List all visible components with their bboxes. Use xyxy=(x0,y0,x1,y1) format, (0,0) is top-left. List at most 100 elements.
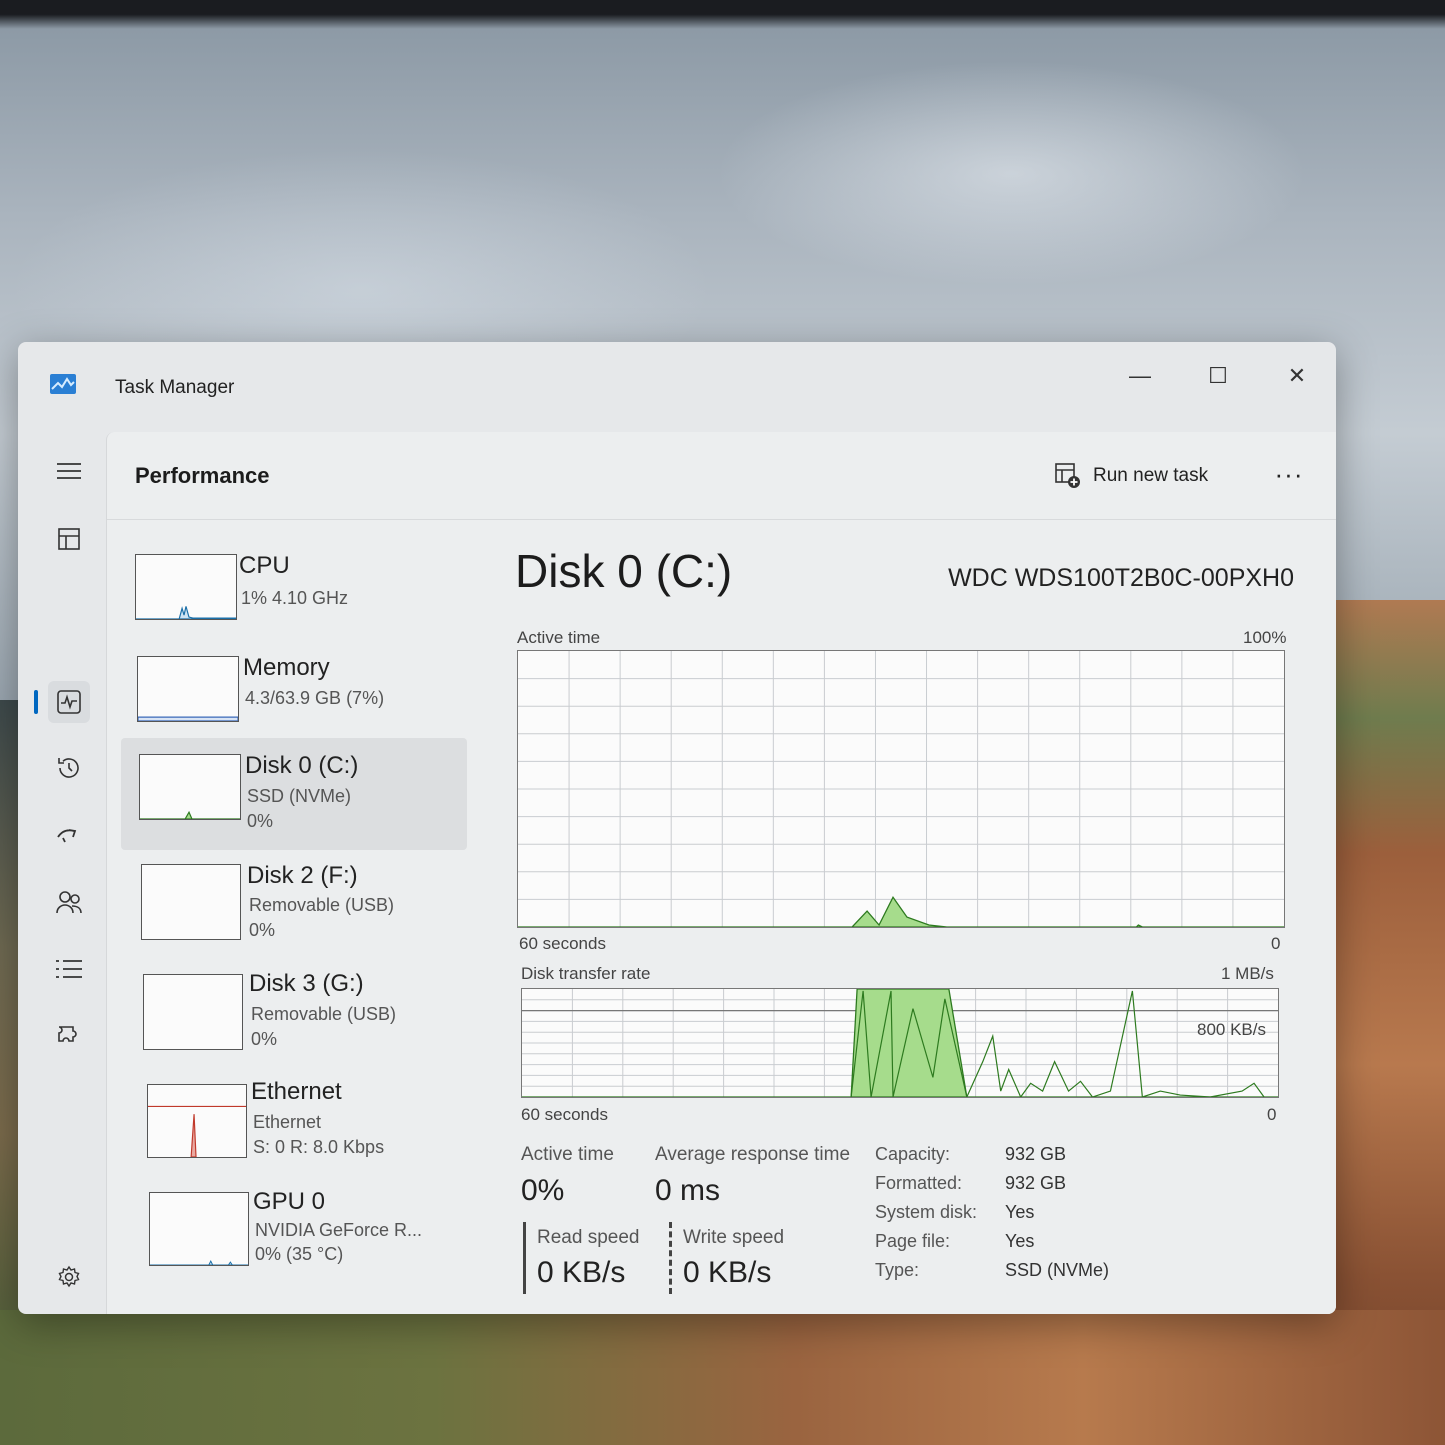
read-speed-label: Read speed xyxy=(537,1227,640,1248)
write-speed-label: Write speed xyxy=(683,1227,785,1248)
device-name: Disk 0 (C:) xyxy=(245,752,359,779)
nav-users[interactable] xyxy=(48,881,90,923)
device-throughput: S: 0 R: 8.0 Kbps xyxy=(253,1137,385,1157)
device-usage: 0% xyxy=(249,920,276,940)
active-time-graph-min: 0 xyxy=(1271,934,1281,953)
read-speed-legend-line xyxy=(523,1222,526,1294)
device-detail: 4.3/63.9 GB (7%) xyxy=(245,688,385,708)
transfer-rate-graph xyxy=(521,988,1279,1098)
nav-settings[interactable] xyxy=(48,1256,90,1298)
disk-model: WDC WDS100T2B0C-00PXH0 xyxy=(948,564,1294,592)
device-disk2[interactable]: Disk 2 (F:) Removable (USB) 0% xyxy=(121,852,467,960)
maximize-button[interactable]: ☐ xyxy=(1188,352,1248,400)
property-page-file-label: Page file: xyxy=(875,1231,951,1251)
device-name: CPU xyxy=(239,552,290,579)
close-icon: ✕ xyxy=(1287,363,1307,388)
property-type-value: SSD (NVMe) xyxy=(1005,1260,1110,1280)
write-speed-legend-line xyxy=(669,1222,672,1294)
task-manager-window: Task Manager — ☐ ✕ Performance Run new t… xyxy=(18,342,1336,1314)
wallpaper-landscape-bottom xyxy=(0,1310,1445,1445)
processes-icon xyxy=(58,528,80,550)
more-icon: ··· xyxy=(1274,458,1304,489)
property-formatted-label: Formatted: xyxy=(875,1173,963,1193)
page-title: Performance xyxy=(135,463,270,488)
task-manager-app-icon xyxy=(50,374,76,394)
minimize-icon: — xyxy=(1129,363,1151,388)
details-icon xyxy=(56,960,82,978)
device-disk3[interactable]: Disk 3 (G:) Removable (USB) 0% xyxy=(121,962,467,1070)
active-time-stat-value: 0% xyxy=(521,1174,565,1207)
transfer-rate-graph-duration: 60 seconds xyxy=(521,1105,608,1124)
nav-active-indicator xyxy=(34,690,38,714)
property-type-label: Type: xyxy=(875,1260,920,1280)
page-header: Performance Run new task ··· xyxy=(107,432,1336,520)
app-history-icon xyxy=(58,758,79,778)
device-gpu0[interactable]: GPU 0 NVIDIA GeForce R... 0% (35 °C) xyxy=(121,1180,467,1288)
hamburger-menu-button[interactable] xyxy=(48,450,90,492)
nav-startup-apps[interactable] xyxy=(48,814,90,856)
nav-performance[interactable] xyxy=(48,681,90,723)
active-time-graph-max: 100% xyxy=(1243,628,1287,647)
nav-processes[interactable] xyxy=(48,518,90,560)
device-detail: 1% 4.10 GHz xyxy=(241,588,349,608)
close-button[interactable]: ✕ xyxy=(1267,352,1327,400)
active-time-grid xyxy=(518,651,1284,927)
active-time-graph-duration: 60 seconds xyxy=(519,934,606,953)
minimize-button[interactable]: — xyxy=(1110,352,1170,400)
active-time-graph-label: Active time xyxy=(517,628,601,647)
disk3-thumbnail-graph xyxy=(143,974,243,1050)
device-name: GPU 0 xyxy=(253,1188,326,1215)
nav-services[interactable] xyxy=(48,1016,90,1058)
maximize-icon: ☐ xyxy=(1208,363,1228,388)
gpu0-thumbnail-graph xyxy=(149,1192,249,1266)
ethernet-thumbnail-graph xyxy=(147,1084,247,1158)
run-new-task-label: Run new task xyxy=(1093,465,1209,486)
transfer-rate-graph-mid: 800 KB/s xyxy=(1197,1020,1266,1039)
property-capacity-label: Capacity: xyxy=(875,1144,951,1164)
nav-app-history[interactable] xyxy=(48,747,90,789)
device-usage: 0% (35 °C) xyxy=(255,1244,344,1264)
nav-details[interactable] xyxy=(48,948,90,990)
performance-icon xyxy=(57,690,81,714)
device-memory[interactable]: Memory 4.3/63.9 GB (7%) xyxy=(121,642,467,750)
device-name: Disk 3 (G:) xyxy=(249,970,364,997)
property-formatted-value: 932 GB xyxy=(1005,1173,1067,1193)
active-time-graph xyxy=(517,650,1285,928)
property-system-disk-value: Yes xyxy=(1005,1202,1035,1222)
memory-thumbnail-graph xyxy=(137,656,239,722)
transfer-rate-graph-label: Disk transfer rate xyxy=(521,964,651,983)
disk-title: Disk 0 (C:) xyxy=(515,545,733,597)
run-new-task-button[interactable]: Run new task xyxy=(1055,458,1208,494)
device-usage: 0% xyxy=(251,1029,278,1049)
read-speed-value: 0 KB/s xyxy=(537,1256,626,1289)
active-time-stat-label: Active time xyxy=(521,1144,614,1165)
services-icon xyxy=(58,1026,77,1042)
performance-page: Performance Run new task ··· CPU 1% 4.10… xyxy=(106,432,1336,1314)
navigation-rail xyxy=(18,432,106,1314)
property-system-disk-label: System disk: xyxy=(875,1202,978,1222)
window-title: Task Manager xyxy=(115,377,235,398)
device-detail: Ethernet xyxy=(253,1112,322,1132)
avg-response-stat-value: 0 ms xyxy=(655,1174,721,1207)
property-capacity-value: 932 GB xyxy=(1005,1144,1067,1164)
transfer-rate-graph-min: 0 xyxy=(1267,1105,1277,1124)
startup-apps-icon xyxy=(57,829,77,843)
device-name: Memory xyxy=(243,654,330,681)
device-detail: NVIDIA GeForce R... xyxy=(255,1220,423,1240)
more-options-button[interactable]: ··· xyxy=(1267,456,1311,492)
device-ethernet[interactable]: Ethernet Ethernet S: 0 R: 8.0 Kbps xyxy=(121,1072,467,1180)
title-bar[interactable]: Task Manager — ☐ ✕ xyxy=(18,342,1336,432)
active-time-series xyxy=(518,895,1284,927)
device-usage: 0% xyxy=(247,811,274,831)
device-detail: Removable (USB) xyxy=(251,1004,397,1024)
device-detail: SSD (NVMe) xyxy=(247,786,352,806)
cpu-thumbnail-graph xyxy=(135,554,237,620)
disk2-thumbnail-graph xyxy=(141,864,241,940)
users-icon xyxy=(56,891,82,914)
transfer-rate-graph-max: 1 MB/s xyxy=(1221,964,1274,983)
device-disk0[interactable]: Disk 0 (C:) SSD (NVMe) 0% xyxy=(121,738,467,850)
hamburger-menu-icon xyxy=(57,463,81,479)
device-cpu[interactable]: CPU 1% 4.10 GHz xyxy=(121,540,467,648)
device-detail: Removable (USB) xyxy=(249,895,395,915)
device-name: Disk 2 (F:) xyxy=(247,862,358,889)
